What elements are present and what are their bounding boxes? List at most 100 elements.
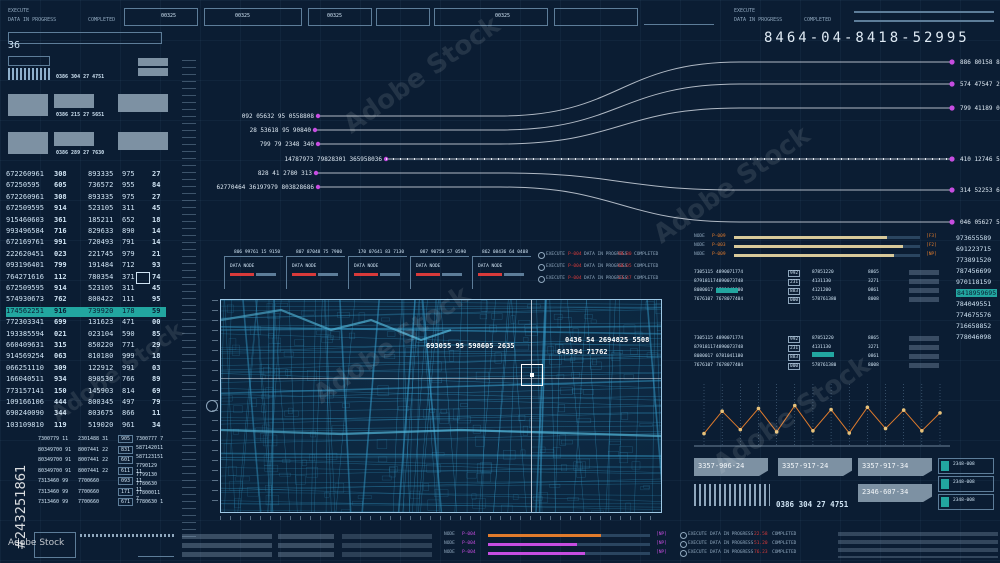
list-item: 587142011 (136, 445, 164, 451)
table-cell: 231 (788, 279, 801, 286)
table-cell: 023 (54, 249, 67, 258)
status-flag: P-004 (568, 264, 582, 269)
readout-label: 2346-607-34 (862, 488, 909, 496)
table-cell: 471 (122, 318, 135, 327)
table-row: 67250595 605 736572 955 84 (6, 181, 166, 191)
left-panel-value: 0386 304 27 4751 (56, 74, 105, 80)
table-highlight (716, 288, 738, 293)
data-node-box[interactable]: 806 99761 15 9150 DATA NODE (224, 250, 283, 290)
right-number: 970118159 (956, 278, 992, 286)
node-bar (442, 273, 462, 276)
data-node-box[interactable]: 807 87048 75 7900 DATA NODE (286, 250, 345, 290)
status-row: EXECUTE DATA IN PROGRESS 51.20 COMPLETED (680, 541, 830, 549)
right-number: 778046098 (956, 333, 992, 341)
status-dot-icon (538, 252, 545, 259)
table-cell: 893335 (88, 170, 114, 178)
flow-node-right (949, 187, 955, 193)
table-cell: 95 (152, 295, 161, 304)
code-b: 8007441 22 (78, 457, 109, 463)
table-cell: 992 (788, 336, 801, 343)
table-cell: 8865 (868, 336, 879, 341)
table-cell: 8008 (868, 297, 879, 302)
table-cell: 574930673 (6, 295, 44, 304)
node-bar (354, 273, 378, 276)
flow-node-right (949, 59, 955, 65)
flow-node-left (315, 184, 321, 190)
code-c: 171 (118, 487, 134, 496)
table-cell: 578761380 (812, 297, 837, 302)
small-tile[interactable]: 2348-008 (938, 458, 994, 474)
table-cell: 800422 (88, 295, 114, 304)
table-cell: 000 (788, 297, 801, 304)
code-a: 7313460 99 (38, 488, 69, 495)
readout-tile[interactable]: 3357-917-24 (778, 458, 852, 476)
chart-point (865, 405, 870, 410)
flow-right-label: 799 41189 03 (960, 105, 1000, 112)
table-cell: 74 (152, 272, 161, 281)
node-bar (416, 273, 440, 276)
flow-right-label: 410 12746 58 (960, 156, 1000, 163)
table-cell: 371 (122, 272, 135, 281)
table-cell: 791 (122, 238, 135, 247)
table-cell: 4890071774 (716, 270, 744, 275)
barcode-icon (694, 484, 770, 506)
readout-tile[interactable]: 2346-607-34 (858, 484, 932, 502)
status-execute: EXECUTE (546, 276, 565, 281)
status-row: EXECUTE P-004 DATA IN PROGRESS 98.80 COMPLET… (538, 252, 678, 262)
readout-tile[interactable]: 3357-917-34 (858, 458, 932, 476)
small-tile[interactable]: 2348-008 (938, 476, 994, 492)
flow-line (318, 107, 952, 145)
table-cell: 103109810 (6, 420, 44, 429)
code-b: 8007441 22 (78, 446, 109, 453)
code-c: 611 (118, 466, 134, 475)
left-panel-block (118, 94, 168, 112)
data-node-box[interactable]: 862 08436 64 0408 DATA NODE (472, 250, 531, 290)
table-cell: 814 (122, 386, 135, 395)
table-row: 672509595 914 523105 311 45 (6, 204, 166, 214)
barcode-icon (8, 68, 50, 80)
table-cell: 739920 (88, 306, 114, 315)
code-c: 093 (118, 477, 134, 485)
table-cell: 87918117 (694, 345, 716, 350)
table-cell: 772303341 (6, 318, 44, 327)
table-cell: 736572 (88, 181, 114, 190)
table-cell: 799 (54, 261, 67, 270)
code-c: 671 (118, 498, 134, 506)
code-b: 2301488 31 (78, 436, 109, 442)
status-done: COMPLETED (634, 276, 659, 281)
target-center (530, 373, 534, 377)
table-cell: 993496584 (6, 227, 44, 235)
chart-point (756, 406, 761, 411)
table-cell: 87851220 (812, 336, 834, 341)
node-flag: P-004 (462, 550, 476, 555)
node-bar (230, 273, 254, 276)
data-node-box[interactable]: 170 07641 83 7130 DATA NODE (348, 250, 407, 290)
map-coord-1: 693055 95 598605 2635 (426, 342, 515, 350)
city-map[interactable]: 693055 95 598605 2635 0436 54 2694825 55… (220, 299, 662, 513)
small-tile-label: 2348-008 (953, 462, 975, 467)
left-panel-chip (138, 58, 168, 66)
node-progress-row: NODE P-004 [NP] (444, 532, 674, 540)
node-progress-row: NODE P-009 [NP] (694, 252, 944, 260)
table-bar (909, 288, 939, 293)
small-tile[interactable]: 2348-008 (938, 494, 994, 510)
flow-left-label: 28 53618 95 90840 (250, 127, 312, 134)
table-cell: 185211 (88, 215, 114, 224)
chart-point (883, 426, 888, 431)
table-cell: 672509595 (6, 284, 44, 292)
table-cell: 4131130 (812, 279, 831, 284)
table-cell: 652 (122, 215, 135, 224)
table-cell: 975 (122, 170, 135, 178)
node-bar (478, 273, 502, 276)
table-row: 672509595 914 523105 311 45 (6, 284, 166, 294)
map-vignette (221, 300, 661, 512)
target-reticle-icon[interactable] (521, 364, 543, 386)
table-cell: 8080017 (694, 354, 713, 359)
node-label: DATA NODE (416, 264, 441, 269)
table-cell: 69 (152, 386, 161, 395)
table-cell: 699 (54, 318, 67, 327)
list-item: 7300777 7 (136, 436, 164, 442)
flow-node-right (949, 81, 955, 87)
table-cell: 4890071774 (716, 336, 744, 341)
top-data-label-2: DATA IN PROGRESS (734, 17, 783, 23)
